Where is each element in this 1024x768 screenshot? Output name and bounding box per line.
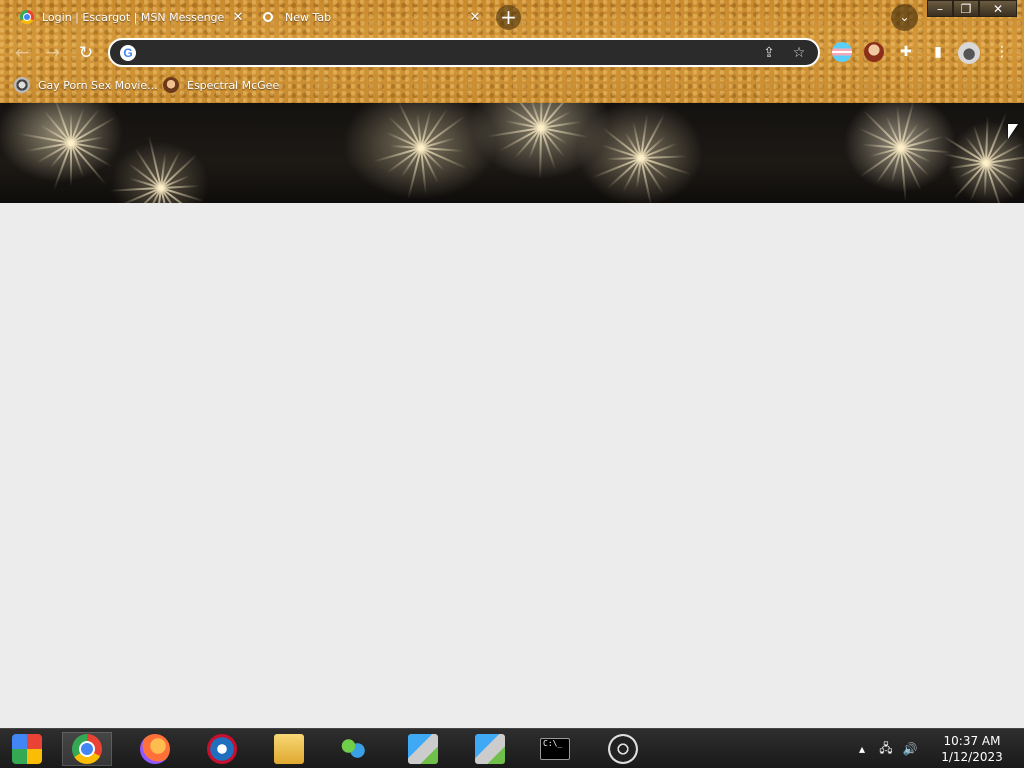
system-tray: ▴ 🖧 🔊 10:37 AM 1/12/2023 bbox=[852, 729, 1024, 768]
mouse-cursor-icon bbox=[1008, 124, 1018, 139]
firework-spark bbox=[862, 109, 902, 149]
close-tab-icon[interactable]: ✕ bbox=[230, 10, 246, 25]
firefox-icon bbox=[140, 734, 170, 764]
extensions-puzzle-icon[interactable]: ✚ bbox=[896, 42, 916, 62]
taskbar: C:\_ ▴ 🖧 🔊 10:37 AM 1/12/2023 bbox=[0, 728, 1024, 768]
page-body bbox=[0, 203, 1024, 728]
taskbar-disc-button[interactable] bbox=[598, 732, 648, 766]
taskbar-setup-button[interactable] bbox=[465, 732, 515, 766]
taskbar-explorer-button[interactable] bbox=[264, 732, 314, 766]
taskbar-messenger-button[interactable] bbox=[328, 732, 378, 766]
start-button[interactable] bbox=[2, 732, 52, 766]
bookmark-item[interactable]: Espectral McGee bbox=[163, 76, 279, 94]
command-prompt-icon: C:\_ bbox=[540, 738, 570, 760]
forward-button[interactable]: → bbox=[42, 42, 64, 64]
clock-time: 10:37 AM bbox=[943, 734, 1001, 748]
new-tab-favicon-icon bbox=[263, 12, 273, 22]
profile-avatar-icon[interactable]: ● bbox=[958, 42, 980, 64]
fireworks-banner-image bbox=[0, 103, 1024, 203]
back-button[interactable]: ← bbox=[11, 42, 33, 64]
avatar-extension-icon[interactable] bbox=[864, 42, 884, 62]
tab-escargot-login[interactable]: Login | Escargot | MSN Messenger ✕ bbox=[14, 4, 246, 30]
chrome-menu-icon[interactable]: ⋮ bbox=[992, 42, 1012, 62]
file-explorer-icon bbox=[274, 734, 304, 764]
volume-icon[interactable]: 🔊 bbox=[900, 742, 920, 756]
bookmark-favicon-icon bbox=[14, 77, 30, 93]
taskbar-chrome-button[interactable] bbox=[62, 732, 112, 766]
disc-drive-icon bbox=[608, 734, 638, 764]
network-icon[interactable]: 🖧 bbox=[876, 739, 896, 760]
taskbar-firefox-button[interactable] bbox=[130, 732, 180, 766]
close-window-button[interactable]: ✕ bbox=[979, 0, 1017, 17]
clock-date: 1/12/2023 bbox=[941, 750, 1003, 764]
setup-installer-icon bbox=[408, 734, 438, 764]
google-chrome-icon bbox=[72, 734, 102, 764]
tab-title: Login | Escargot | MSN Messenger bbox=[42, 10, 224, 24]
tab-new-tab[interactable]: New Tab ✕ bbox=[255, 4, 483, 30]
escargot-favicon-icon bbox=[20, 10, 34, 24]
windows-messenger-icon bbox=[338, 734, 368, 764]
taskbar-opera-button[interactable] bbox=[197, 732, 247, 766]
show-hidden-icons-icon[interactable]: ▴ bbox=[852, 742, 872, 756]
clock[interactable]: 10:37 AM 1/12/2023 bbox=[932, 733, 1012, 765]
bookmark-star-icon[interactable]: ☆ bbox=[788, 45, 810, 61]
firework-spark bbox=[70, 143, 72, 186]
close-tab-icon[interactable]: ✕ bbox=[467, 10, 483, 25]
minimize-window-button[interactable]: – bbox=[927, 0, 953, 17]
share-icon[interactable]: ⇪ bbox=[758, 45, 780, 61]
google-icon: G bbox=[120, 44, 136, 61]
address-bar[interactable]: G ⇪ ☆ bbox=[108, 38, 820, 67]
reload-button[interactable]: ↻ bbox=[75, 42, 97, 64]
tab-search-button[interactable]: ⌄ bbox=[891, 4, 918, 31]
opera-icon bbox=[207, 734, 237, 764]
pride-flag-extension-icon[interactable] bbox=[832, 42, 852, 62]
new-tab-button[interactable]: + bbox=[496, 5, 521, 30]
restore-window-button[interactable]: ❐ bbox=[953, 0, 979, 17]
taskbar-setup-button[interactable] bbox=[398, 732, 448, 766]
bookmark-item[interactable]: Gay Porn Sex Movie... bbox=[14, 76, 158, 94]
chrome-logo-start-icon bbox=[12, 734, 42, 764]
side-panel-icon[interactable]: ▮ bbox=[928, 42, 948, 62]
setup-installer-icon bbox=[475, 734, 505, 764]
firework-spark bbox=[900, 147, 930, 177]
bookmark-label: Gay Porn Sex Movie... bbox=[38, 78, 158, 92]
browser-chrome: Login | Escargot | MSN Messenger ✕ New T… bbox=[0, 0, 1024, 103]
firework-spark bbox=[539, 127, 542, 180]
url-input[interactable] bbox=[136, 40, 758, 65]
bookmark-favicon-icon bbox=[163, 77, 179, 93]
bookmark-label: Espectral McGee bbox=[187, 78, 280, 92]
taskbar-cmd-button[interactable]: C:\_ bbox=[530, 732, 580, 766]
tab-title: New Tab bbox=[285, 10, 332, 24]
